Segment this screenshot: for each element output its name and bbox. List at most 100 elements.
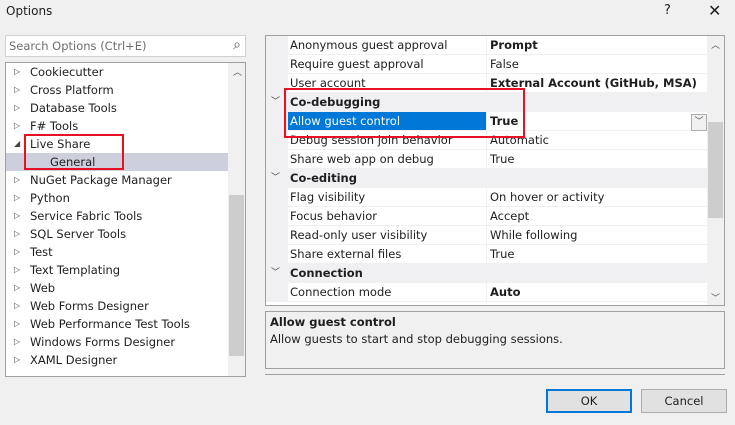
tree-item[interactable]: ▷ F# Tools (6, 117, 228, 135)
tree-item-label: Database Tools (30, 101, 117, 115)
property-value[interactable]: True (488, 150, 514, 168)
scroll-down-icon[interactable]: ﹀ (711, 291, 720, 304)
expand-arrow-icon[interactable]: ▷ (14, 279, 20, 297)
tree-item[interactable]: ▷ Python (6, 189, 228, 207)
property-row[interactable]: Debug session join behavior Automatic (266, 131, 707, 150)
category-label: Connection (290, 266, 363, 280)
expand-arrow-icon[interactable]: ▷ (14, 99, 20, 117)
description-text: Allow guests to start and stop debugging… (270, 332, 563, 346)
property-row[interactable]: Flag visibility On hover or activity (266, 188, 707, 207)
scroll-up-icon[interactable]: ︿ (233, 65, 242, 78)
tree-item[interactable]: ▷ NuGet Package Manager (6, 171, 228, 189)
property-name: Share web app on debug (288, 150, 487, 168)
property-value[interactable]: True (488, 245, 514, 263)
property-name: Allow guest control (288, 112, 487, 130)
property-row[interactable]: Allow guest control True (266, 112, 707, 131)
tree-item[interactable]: ▷ Cookiecutter (6, 63, 228, 81)
scroll-up-icon[interactable]: ︿ (711, 38, 720, 51)
expand-arrow-icon[interactable]: ▷ (14, 117, 20, 135)
expand-arrow-icon[interactable]: ▷ (14, 189, 20, 207)
chevron-down-icon[interactable]: ﹀ (271, 264, 280, 282)
divider (265, 374, 725, 375)
property-value[interactable]: Prompt (488, 36, 538, 54)
search-icon[interactable]: ⌕ (233, 37, 241, 53)
property-name: Share external files (288, 245, 487, 263)
row-gutter (266, 36, 288, 55)
tree-item[interactable]: ▷ SQL Server Tools (6, 225, 228, 243)
tree-item[interactable]: ▷ Text Templating (6, 261, 228, 279)
expand-arrow-icon[interactable]: ▷ (14, 171, 20, 189)
property-row[interactable]: Focus behavior Accept (266, 207, 707, 226)
property-row[interactable]: Require guest approval False (266, 55, 707, 74)
value-dropdown-button[interactable]: ﹀ (691, 114, 707, 131)
chevron-down-icon[interactable]: ﹀ (271, 169, 280, 187)
tree-item[interactable]: ▷ Test (6, 243, 228, 261)
category-row[interactable]: ﹀ Connection (266, 264, 707, 283)
property-row[interactable]: Anonymous guest approval Prompt (266, 36, 707, 55)
cancel-button[interactable]: Cancel (641, 389, 727, 413)
property-row[interactable]: Share web app on debug True (266, 150, 707, 169)
category-label: Co-editing (290, 171, 357, 185)
property-value[interactable]: On hover or activity (488, 188, 604, 206)
category-label: Co-debugging (290, 95, 381, 109)
expand-arrow-icon[interactable]: ▷ (14, 315, 20, 333)
row-gutter (266, 55, 288, 74)
property-value[interactable]: False (488, 55, 519, 73)
tree-item-label: Python (30, 191, 70, 205)
row-gutter (266, 226, 288, 245)
row-gutter (266, 150, 288, 169)
tree-item[interactable]: ▷ XAML Designer (6, 351, 228, 369)
expand-arrow-icon[interactable]: ▷ (14, 261, 20, 279)
tree-item[interactable]: ▷ Cross Platform (6, 81, 228, 99)
tree-item[interactable]: ▷ Service Fabric Tools (6, 207, 228, 225)
property-name: Connection mode (288, 283, 487, 301)
tree-scroll-thumb[interactable] (229, 195, 244, 356)
window-title: Options (6, 4, 53, 18)
property-value[interactable]: True (488, 112, 518, 130)
search-box[interactable]: ⌕ (5, 35, 246, 57)
tree-item[interactable]: ▷ Database Tools (6, 99, 228, 117)
tree-item-label: Web Forms Designer (30, 299, 149, 313)
tree-item-label: Live Share (30, 137, 91, 151)
property-value[interactable]: Accept (488, 207, 529, 225)
property-value[interactable]: While following (488, 226, 577, 244)
property-value[interactable]: Automatic (488, 131, 549, 149)
property-row[interactable]: Connection mode Auto (266, 283, 707, 302)
category-row[interactable]: ﹀ Co-editing (266, 169, 707, 188)
help-button[interactable]: ? (664, 3, 671, 18)
expand-arrow-icon[interactable]: ▷ (14, 297, 20, 315)
search-input[interactable] (6, 36, 216, 56)
grid-scroll-thumb[interactable] (708, 122, 723, 218)
expand-arrow-icon[interactable]: ▷ (14, 225, 20, 243)
collapse-arrow-icon[interactable]: ◢ (14, 135, 20, 153)
tree-item[interactable]: General (6, 153, 228, 171)
close-button[interactable]: ✕ (708, 1, 721, 20)
tree-item[interactable]: ▷ Web (6, 279, 228, 297)
description-title: Allow guest control (270, 315, 396, 329)
options-tree: ▷ Cookiecutter ▷ Cross Platform ▷ Database To… (5, 62, 246, 377)
row-gutter (266, 131, 288, 150)
expand-arrow-icon[interactable]: ▷ (14, 63, 20, 81)
row-gutter (266, 74, 288, 93)
property-row[interactable]: Share external files True (266, 245, 707, 264)
property-value[interactable]: External Account (GitHub, MSA) (488, 74, 697, 92)
row-gutter (266, 245, 288, 264)
expand-arrow-icon[interactable]: ▷ (14, 351, 20, 369)
category-row[interactable]: ﹀ Co-debugging (266, 93, 707, 112)
tree-item[interactable]: ▷ Windows Forms Designer (6, 333, 228, 351)
expand-arrow-icon[interactable]: ▷ (14, 333, 20, 351)
property-row[interactable]: Read-only user visibility While following (266, 226, 707, 245)
tree-item[interactable]: ◢ Live Share (6, 135, 228, 153)
tree-item-label: NuGet Package Manager (30, 173, 172, 187)
property-name: Flag visibility (288, 188, 487, 206)
tree-item[interactable]: ▷ Web Forms Designer (6, 297, 228, 315)
property-value[interactable]: Auto (488, 283, 521, 301)
tree-item-label: Web Performance Test Tools (30, 317, 190, 331)
expand-arrow-icon[interactable]: ▷ (14, 207, 20, 225)
expand-arrow-icon[interactable]: ▷ (14, 243, 20, 261)
property-row[interactable]: User account External Account (GitHub, MS… (266, 74, 707, 93)
chevron-down-icon[interactable]: ﹀ (271, 93, 280, 111)
tree-item[interactable]: ▷ Web Performance Test Tools (6, 315, 228, 333)
ok-button[interactable]: OK (546, 389, 632, 413)
expand-arrow-icon[interactable]: ▷ (14, 81, 20, 99)
